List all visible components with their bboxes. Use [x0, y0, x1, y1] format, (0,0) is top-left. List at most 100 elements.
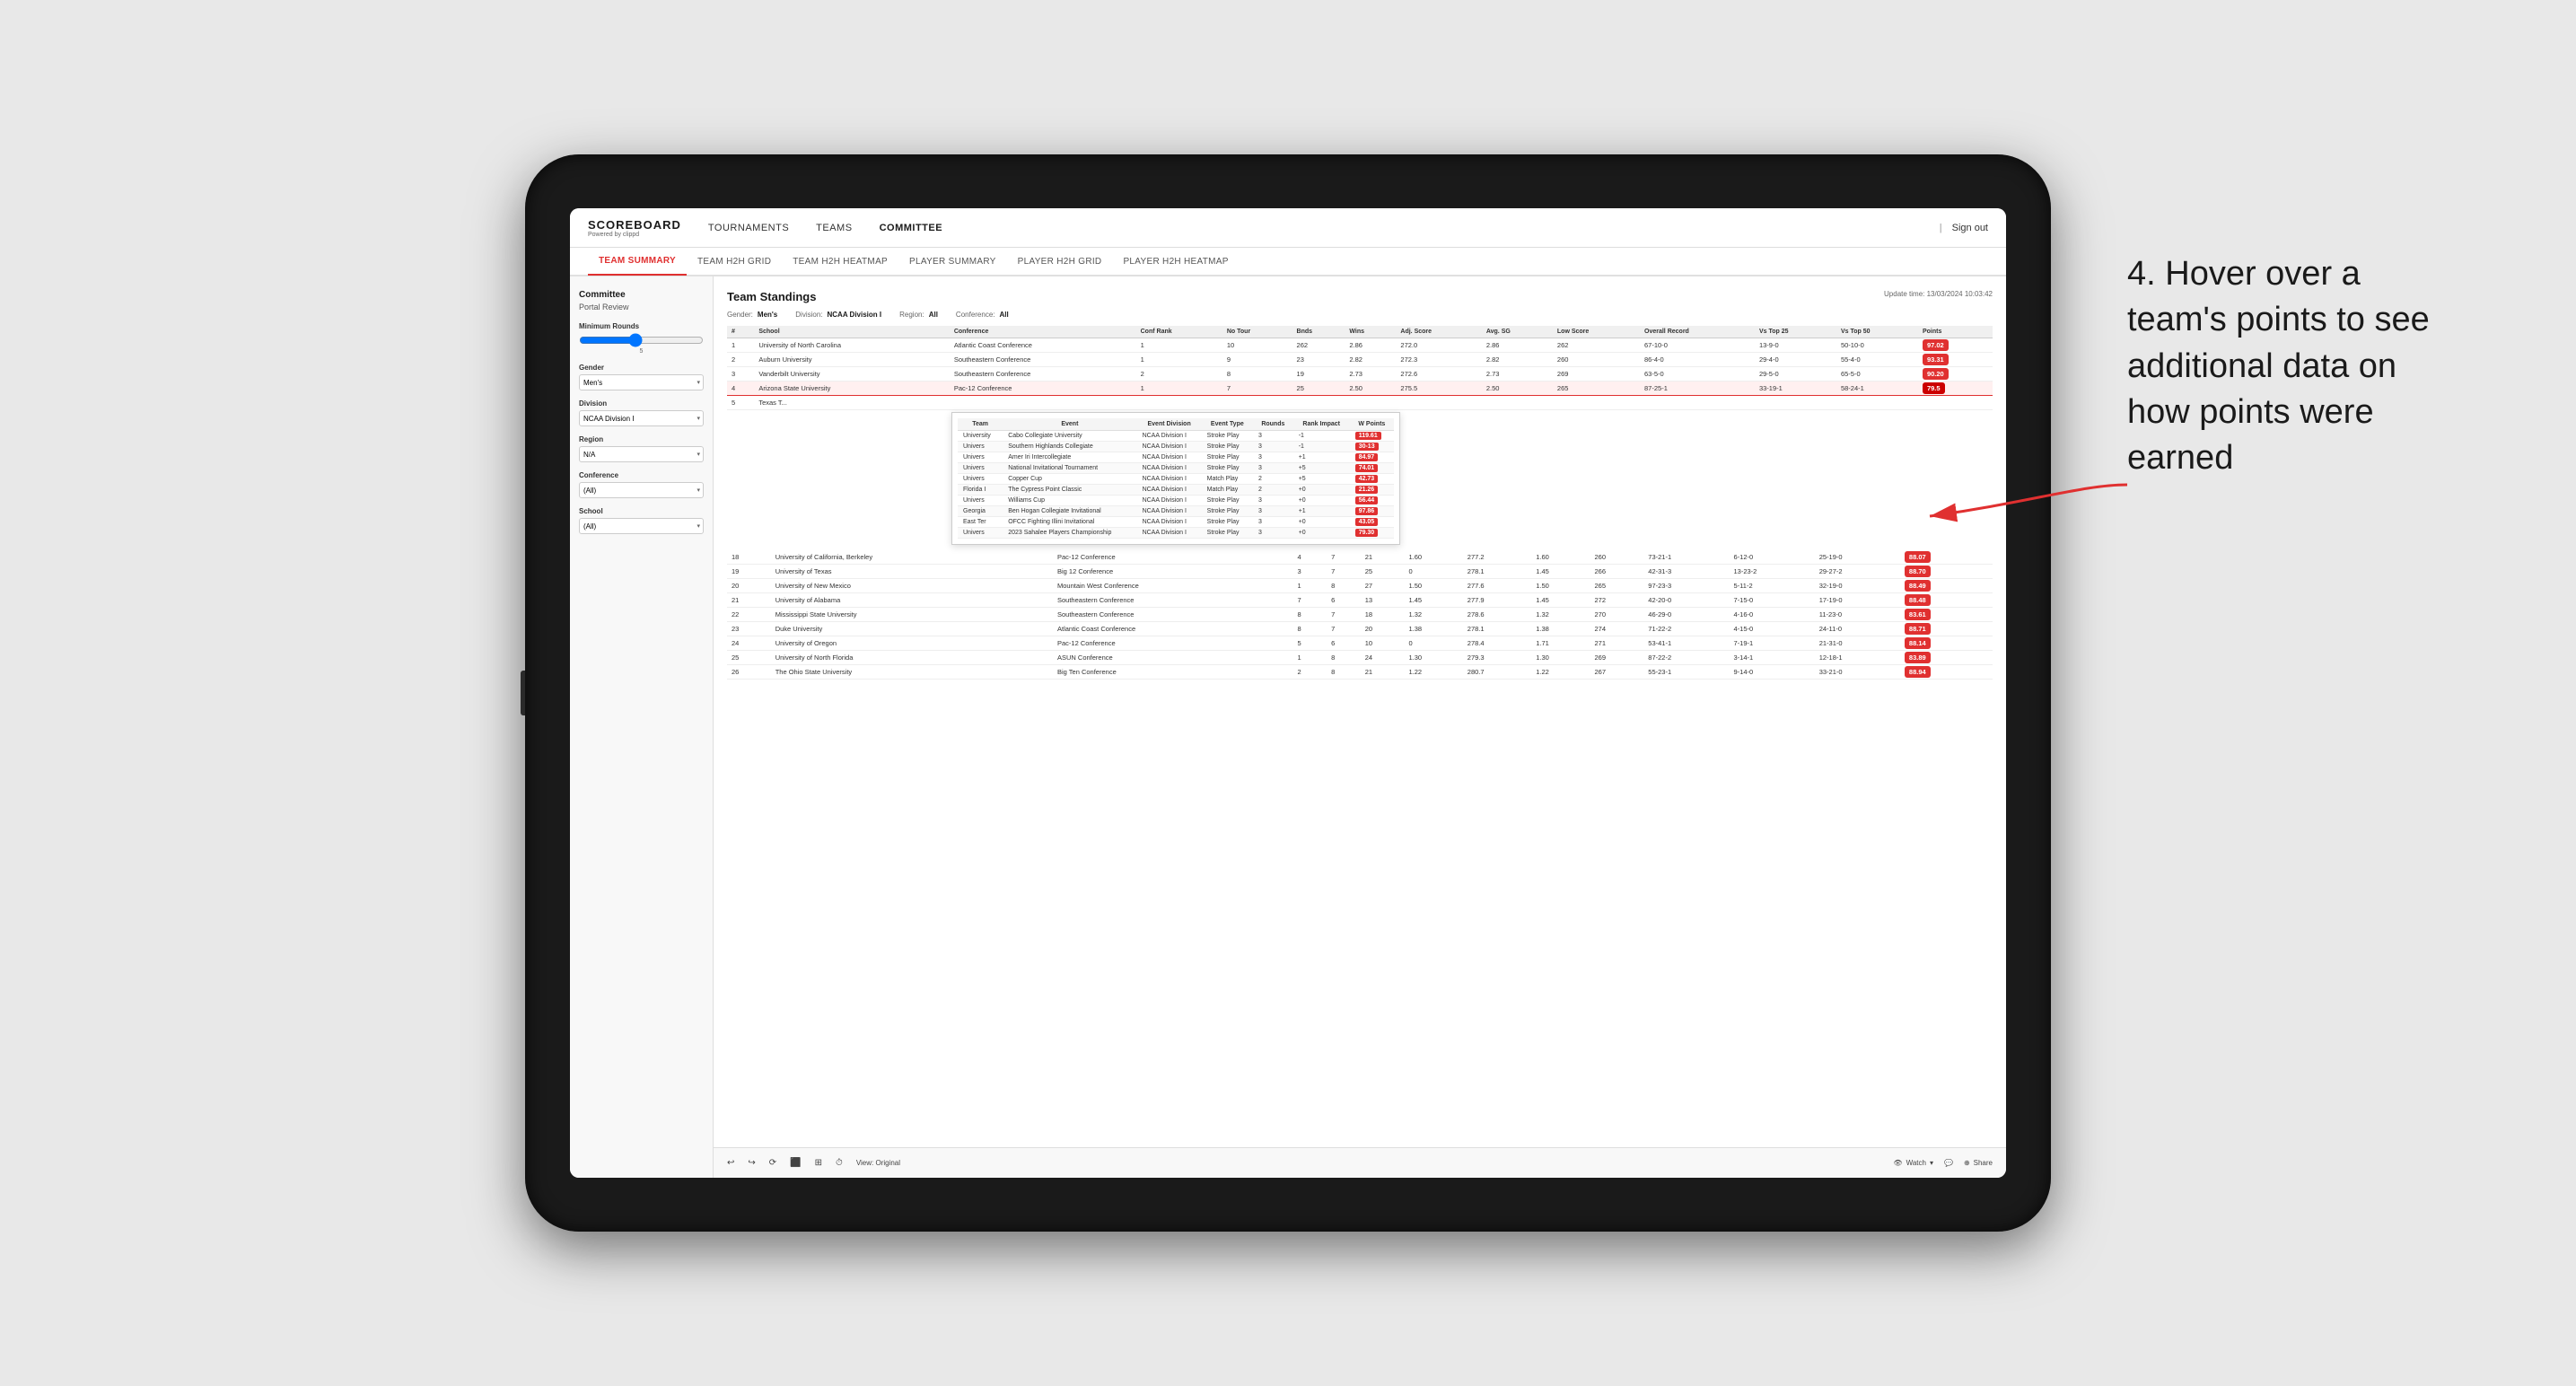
region-select[interactable]: N/A East West [579, 446, 704, 462]
table-row[interactable]: 5 Texas T... [727, 396, 1993, 410]
points-badge[interactable]: 88.48 [1905, 594, 1931, 606]
toolbar-undo[interactable]: ↩ [727, 1158, 734, 1168]
tablet-screen: SCOREBOARD Powered by clippd TOURNAMENTS… [570, 208, 2006, 1178]
sign-out-link[interactable]: Sign out [1952, 223, 1988, 233]
col-overall: Overall Record [1640, 326, 1755, 338]
points-badge[interactable]: 83.89 [1905, 652, 1931, 663]
points-badge[interactable]: 97.02 [1923, 339, 1949, 351]
tooltip-row: Univers Copper Cup NCAA Division I Match… [958, 474, 1394, 485]
cell-points[interactable]: 79.5 [1918, 382, 1993, 396]
toolbar-watch[interactable]: 👁 Watch ▾ [1893, 1159, 1933, 1167]
toolbar-comment[interactable]: 💬 [1944, 1159, 1953, 1167]
cell-points[interactable]: 90.20 [1918, 367, 1993, 382]
nav-teams[interactable]: TEAMS [816, 223, 852, 233]
col-bnds: Bnds [1292, 326, 1345, 338]
cell-low-score: 260 [1553, 353, 1640, 367]
division-select-wrapper: NCAA Division I NCAA Division II NCAA Di… [579, 410, 704, 426]
sidebar-label-min-rounds: Minimum Rounds [579, 322, 704, 330]
cell-school: Texas T... [754, 396, 950, 410]
points-badge[interactable]: 88.07 [1905, 551, 1931, 563]
conference-select[interactable]: (All) [579, 482, 704, 498]
watch-icon: 👁 [1893, 1159, 1902, 1167]
cell-conf-rank: 2 [1136, 367, 1222, 382]
table-row[interactable]: 22 Mississippi State University Southeas… [727, 608, 1993, 622]
cell-no-tour: 10 [1222, 338, 1292, 353]
table-row[interactable]: 2 Auburn University Southeastern Confere… [727, 353, 1993, 367]
filter-division: Division: NCAA Division I [795, 311, 881, 319]
sidebar-label-region: Region [579, 435, 704, 443]
tooltip-row: University Cabo Collegiate University NC… [958, 431, 1394, 442]
subnav-team-h2h-heatmap[interactable]: TEAM H2H HEATMAP [782, 247, 898, 276]
table-row[interactable]: 23 Duke University Atlantic Coast Confer… [727, 622, 1993, 636]
points-badge[interactable]: 88.49 [1905, 580, 1931, 592]
table-row[interactable]: 20 University of New Mexico Mountain Wes… [727, 579, 1993, 593]
subnav-player-h2h-heatmap[interactable]: PLAYER H2H HEATMAP [1112, 247, 1239, 276]
cell-vs25: 33-19-1 [1755, 382, 1836, 396]
cell-conf-rank: 1 [1136, 382, 1222, 396]
toolbar-copy[interactable]: ⊞ [815, 1158, 822, 1168]
points-badge[interactable]: 93.31 [1923, 354, 1949, 365]
cell-adj-score: 272.6 [1396, 367, 1481, 382]
table-row[interactable]: 18 University of California, Berkeley Pa… [727, 550, 1993, 565]
points-badge[interactable]: 88.70 [1905, 566, 1931, 577]
table-row[interactable]: 24 University of Oregon Pac-12 Conferenc… [727, 636, 1993, 651]
bottom-toolbar: ↩ ↪ ⟳ ⬛ ⊞ ⏱ [714, 1147, 2006, 1178]
col-adj-score: Adj. Score [1396, 326, 1481, 338]
sidebar-section-conference: Conference (All) ▾ [579, 471, 704, 498]
view-original-label: View: Original [856, 1159, 900, 1167]
toolbar-refresh[interactable]: ⟳ [769, 1158, 776, 1168]
toolbar-save[interactable]: ⬛ [790, 1158, 801, 1168]
timer-icon: ⏱ [836, 1158, 843, 1168]
division-select[interactable]: NCAA Division I NCAA Division II NCAA Di… [579, 410, 704, 426]
points-badge[interactable]: 90.20 [1923, 368, 1949, 380]
school-select[interactable]: (All) [579, 518, 704, 534]
standings-title: Team Standings [727, 290, 816, 303]
cell-points[interactable]: 93.31 [1918, 353, 1993, 367]
points-badge-highlighted[interactable]: 79.5 [1923, 382, 1945, 394]
points-badge[interactable]: 83.61 [1905, 609, 1931, 620]
toolbar-redo[interactable]: ↪ [748, 1158, 755, 1168]
points-badge[interactable]: 88.94 [1905, 666, 1931, 678]
gender-select-wrapper: Men's Women's ▾ [579, 374, 704, 390]
table-row[interactable]: 21 University of Alabama Southeastern Co… [727, 593, 1993, 608]
points-badge[interactable]: 88.71 [1905, 623, 1931, 635]
tooltip-col-event: Event [1003, 418, 1136, 431]
col-wins: Wins [1345, 326, 1396, 338]
tooltip-points-badge: 56.44 [1355, 496, 1379, 504]
tooltip-points-badge: 84.97 [1355, 453, 1379, 461]
table-row[interactable]: 25 University of North Florida ASUN Conf… [727, 651, 1993, 665]
cell-adj-score: 275.5 [1396, 382, 1481, 396]
tooltip-col-type: Event Type [1202, 418, 1253, 431]
table-row[interactable]: 19 University of Texas Big 12 Conference… [727, 565, 1993, 579]
share-label: Share [1974, 1159, 1993, 1167]
cell-low-score: 265 [1553, 382, 1640, 396]
cell-points[interactable]: 97.02 [1918, 338, 1993, 353]
subnav-team-h2h-grid[interactable]: TEAM H2H GRID [687, 247, 782, 276]
subnav-player-summary[interactable]: PLAYER SUMMARY [898, 247, 1007, 276]
gender-select[interactable]: Men's Women's [579, 374, 704, 390]
tooltip-points-badge: 74.01 [1355, 464, 1379, 472]
table-row[interactable]: 3 Vanderbilt University Southeastern Con… [727, 367, 1993, 382]
cell-vs50: 58-24-1 [1836, 382, 1918, 396]
cell-conf-rank: 1 [1136, 338, 1222, 353]
cell-bnds: 23 [1292, 353, 1345, 367]
nav-tournaments[interactable]: TOURNAMENTS [708, 223, 789, 233]
toolbar-share[interactable]: ⊕ Share [1964, 1159, 1993, 1167]
nav-committee[interactable]: COMMITTEE [880, 223, 943, 233]
table-row[interactable]: 1 University of North Carolina Atlantic … [727, 338, 1993, 353]
tooltip-col-team: Team [958, 418, 1003, 431]
subnav-player-h2h-grid[interactable]: PLAYER H2H GRID [1007, 247, 1113, 276]
subnav-team-summary[interactable]: TEAM SUMMARY [588, 247, 687, 276]
table-row[interactable]: 26 The Ohio State University Big Ten Con… [727, 665, 1993, 680]
main-content: Committee Portal Review Minimum Rounds 5… [570, 276, 2006, 1178]
table-row-highlighted[interactable]: 4 Arizona State University Pac-12 Confer… [727, 382, 1993, 396]
toolbar-timer[interactable]: ⏱ [836, 1158, 843, 1168]
tooltip-row: Univers Southern Highlands Collegiate NC… [958, 442, 1394, 452]
toolbar-view-original[interactable]: View: Original [856, 1159, 900, 1167]
sidebar-label-school: School [579, 507, 704, 515]
cell-overall: 86-4-0 [1640, 353, 1755, 367]
content-panel: Team Standings Update time: 13/03/2024 1… [714, 276, 2006, 1147]
min-rounds-slider[interactable] [579, 334, 704, 346]
sidebar-section-gender: Gender Men's Women's ▾ [579, 364, 704, 390]
points-badge[interactable]: 88.14 [1905, 637, 1931, 649]
